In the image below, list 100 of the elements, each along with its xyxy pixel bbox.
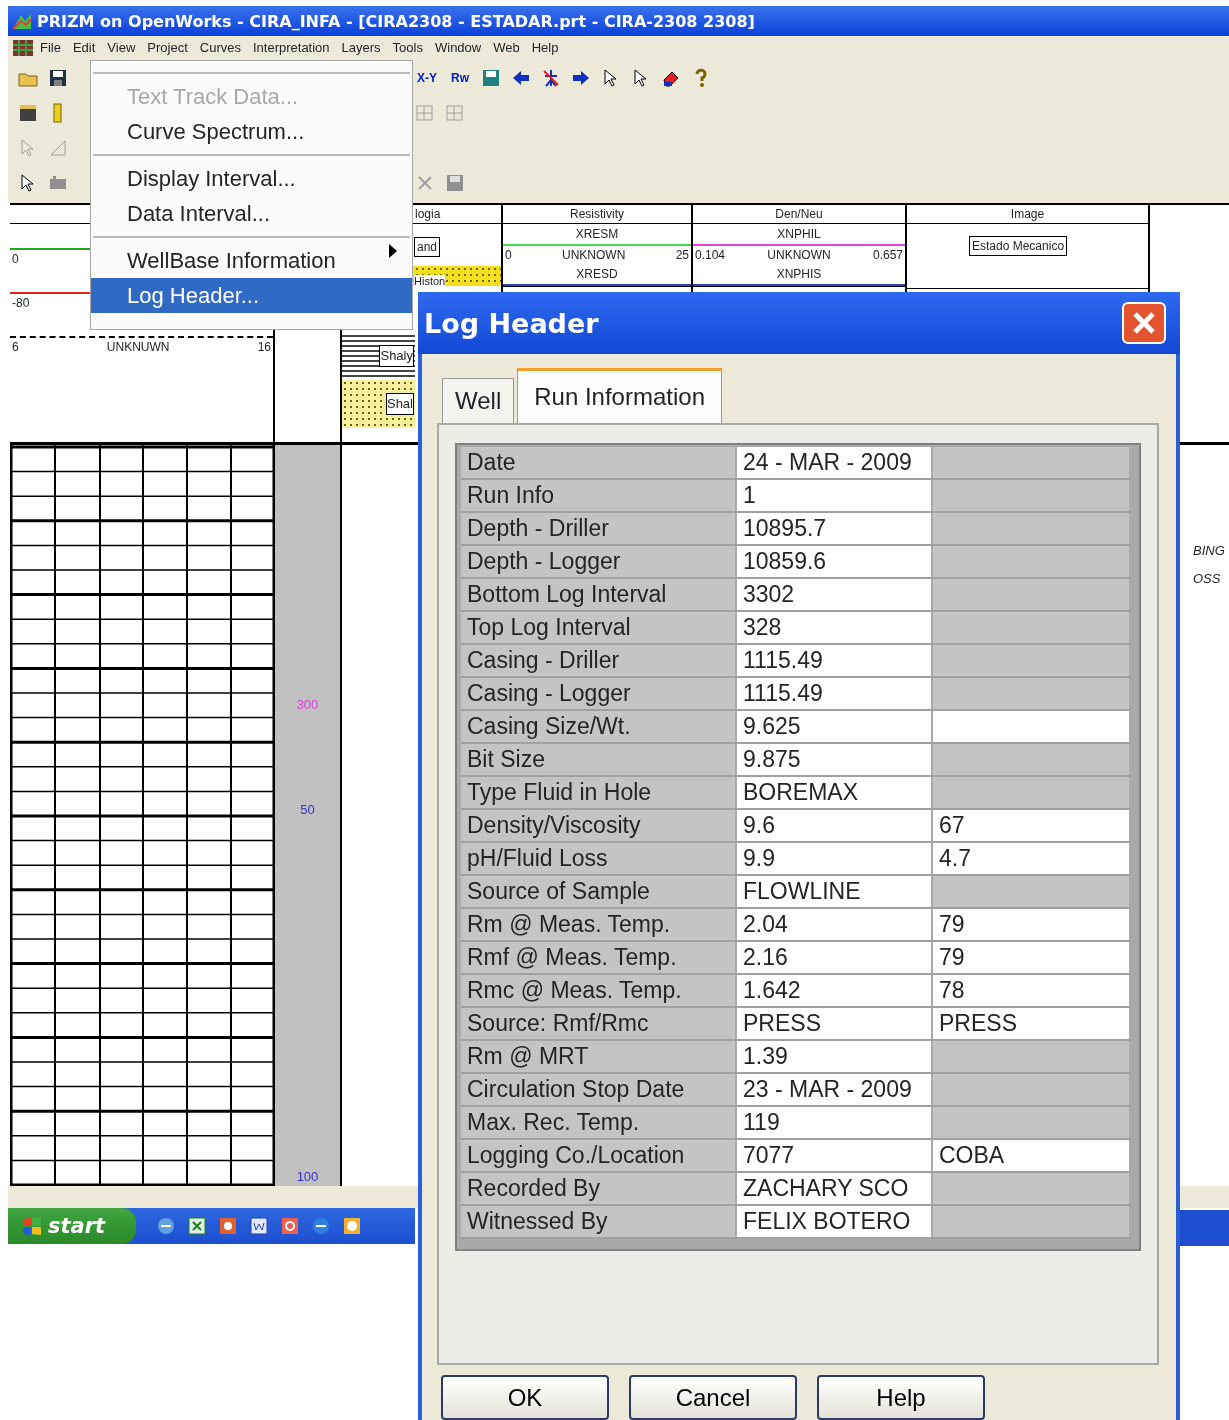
field-label: Run Info [461, 480, 735, 511]
input-field[interactable]: 2.04 [737, 909, 931, 940]
field-label: Top Log Interval [461, 612, 735, 643]
menu-item[interactable]: Interpretation [246, 38, 336, 58]
log-annotation: OSS [1193, 571, 1221, 586]
circle-app-icon[interactable] [280, 1216, 300, 1236]
input-field[interactable]: 2.16 [737, 942, 931, 973]
tab[interactable]: Well [442, 378, 515, 423]
field-label: Density/Viscosity [461, 810, 735, 841]
menu-item[interactable]: Curves [193, 38, 247, 58]
clock-icon[interactable] [342, 1216, 362, 1236]
toolbar-button[interactable]: X-Y [415, 70, 439, 85]
input-field[interactable]: 1.39 [737, 1041, 931, 1072]
menu-item[interactable]: View [101, 38, 142, 58]
input-field[interactable]: 119 [737, 1107, 931, 1138]
input-field[interactable]: 67 [933, 810, 1129, 841]
track-title: Den/Neu [693, 205, 905, 224]
menu-item[interactable]: Help [525, 38, 565, 58]
input-field[interactable]: 79 [933, 942, 1129, 973]
lithology-label: Histon [414, 275, 446, 286]
field-label: Depth - Logger [461, 546, 735, 577]
app-icon [12, 12, 32, 30]
menu-item[interactable]: Edit [66, 38, 102, 58]
input-field[interactable]: COBA [933, 1140, 1129, 1171]
field-label: Date [461, 447, 735, 478]
scale-value: 0.104 [695, 247, 726, 264]
scale-value: 25 [675, 247, 689, 264]
lithology-label: and [414, 237, 441, 257]
menu-item[interactable]: Data Interval... [91, 196, 412, 231]
input-field[interactable]: 3302 [737, 579, 931, 610]
depth-label: 50 [299, 801, 316, 819]
app-icon [12, 39, 34, 57]
field-label: Circulation Stop Date [461, 1074, 735, 1105]
input-field[interactable]: 4.7 [933, 843, 1129, 874]
lithology-label: Shaly [379, 345, 414, 367]
toolbar-button[interactable]: Rw [449, 70, 471, 85]
input-field[interactable]: 78 [933, 975, 1129, 1006]
submenu-arrow-icon [388, 243, 398, 259]
dialog-button[interactable]: OK [441, 1375, 609, 1420]
input-field[interactable]: 1115.49 [737, 678, 931, 709]
input-field[interactable]: 7077 [737, 1140, 931, 1171]
close-button[interactable] [1122, 302, 1166, 344]
depth-label: 100 [295, 1168, 320, 1186]
input-field[interactable]: FELIX BOTERO [737, 1206, 931, 1237]
floppy-icon[interactable] [48, 67, 68, 88]
field-label: Bit Size [461, 744, 735, 775]
window-title: PRIZM on OpenWorks - CIRA_INFA - [CIRA2308 - ESTADAR.prt - CIRA-2308 2308] [37, 11, 755, 31]
start-button[interactable]: start [8, 1208, 136, 1244]
dialog-button[interactable]: Cancel [629, 1375, 797, 1420]
menu-item[interactable]: Web [487, 38, 526, 58]
menu-item[interactable]: Layers [335, 38, 387, 58]
input-field[interactable]: ZACHARY SCO [737, 1173, 931, 1204]
menu-item[interactable]: Log Header... [91, 278, 412, 313]
field-label: Witnessed By [461, 1206, 735, 1237]
taskbar [1180, 1210, 1229, 1246]
input-field[interactable]: 24 - MAR - 2009 [737, 447, 931, 478]
input-field[interactable]: 9.6 [737, 810, 931, 841]
input-field[interactable] [933, 711, 1129, 742]
input-field[interactable]: PRESS [737, 1008, 931, 1039]
clapper-icon[interactable] [18, 102, 38, 123]
input-field[interactable]: 9.625 [737, 711, 931, 742]
input-field[interactable]: 23 - MAR - 2009 [737, 1074, 931, 1105]
input-field[interactable]: BOREMAX [737, 777, 931, 808]
scale-value: 16 [257, 339, 271, 356]
input-field[interactable]: 10895.7 [737, 513, 931, 544]
close-icon [1131, 310, 1157, 336]
figure-icon[interactable] [541, 67, 561, 88]
input-field[interactable]: 10859.6 [737, 546, 931, 577]
field-label: pH/Fluid Loss [461, 843, 735, 874]
depth-label: 300 [295, 696, 320, 714]
input-field[interactable]: 9.9 [737, 843, 931, 874]
input-field[interactable]: FLOWLINE [737, 876, 931, 907]
curve-unit: UNKNOWN [767, 247, 831, 264]
input-field[interactable]: 9.875 [737, 744, 931, 775]
curve-unit: UNKNUWN [106, 339, 170, 356]
curve-name: XRESM [574, 226, 620, 243]
menu-item[interactable]: File [34, 38, 67, 58]
image-label: Estado Mecanico [969, 236, 1068, 256]
input-field[interactable]: 1 [737, 480, 931, 511]
input-field[interactable]: 79 [933, 909, 1129, 940]
curve-name: XNPHIS [775, 266, 823, 283]
menu-item[interactable]: Display Interval... [91, 161, 412, 196]
input-field[interactable]: PRESS [933, 1008, 1129, 1039]
menu-item[interactable]: Window [428, 38, 488, 58]
field-label: Casing Size/Wt. [461, 711, 735, 742]
tab[interactable]: Run Information [517, 368, 722, 423]
menu-item[interactable]: WellBase Information [91, 243, 412, 278]
document-icon[interactable] [249, 1216, 269, 1236]
menu-item[interactable]: Curve Spectrum... [91, 114, 412, 149]
slides-icon[interactable] [218, 1216, 238, 1236]
input-field[interactable]: 1115.49 [737, 645, 931, 676]
spreadsheet-icon[interactable] [187, 1216, 207, 1236]
field-label: Casing - Driller [461, 645, 735, 676]
input-field[interactable]: 328 [737, 612, 931, 643]
menu-item[interactable]: Project [141, 38, 194, 58]
field-label: Bottom Log Interval [461, 579, 735, 610]
dialog-button[interactable]: Help [817, 1375, 985, 1420]
input-field[interactable]: 1.642 [737, 975, 931, 1006]
curve-unit: UNKNOWN [562, 247, 626, 264]
menu-item[interactable]: Tools [386, 38, 429, 58]
